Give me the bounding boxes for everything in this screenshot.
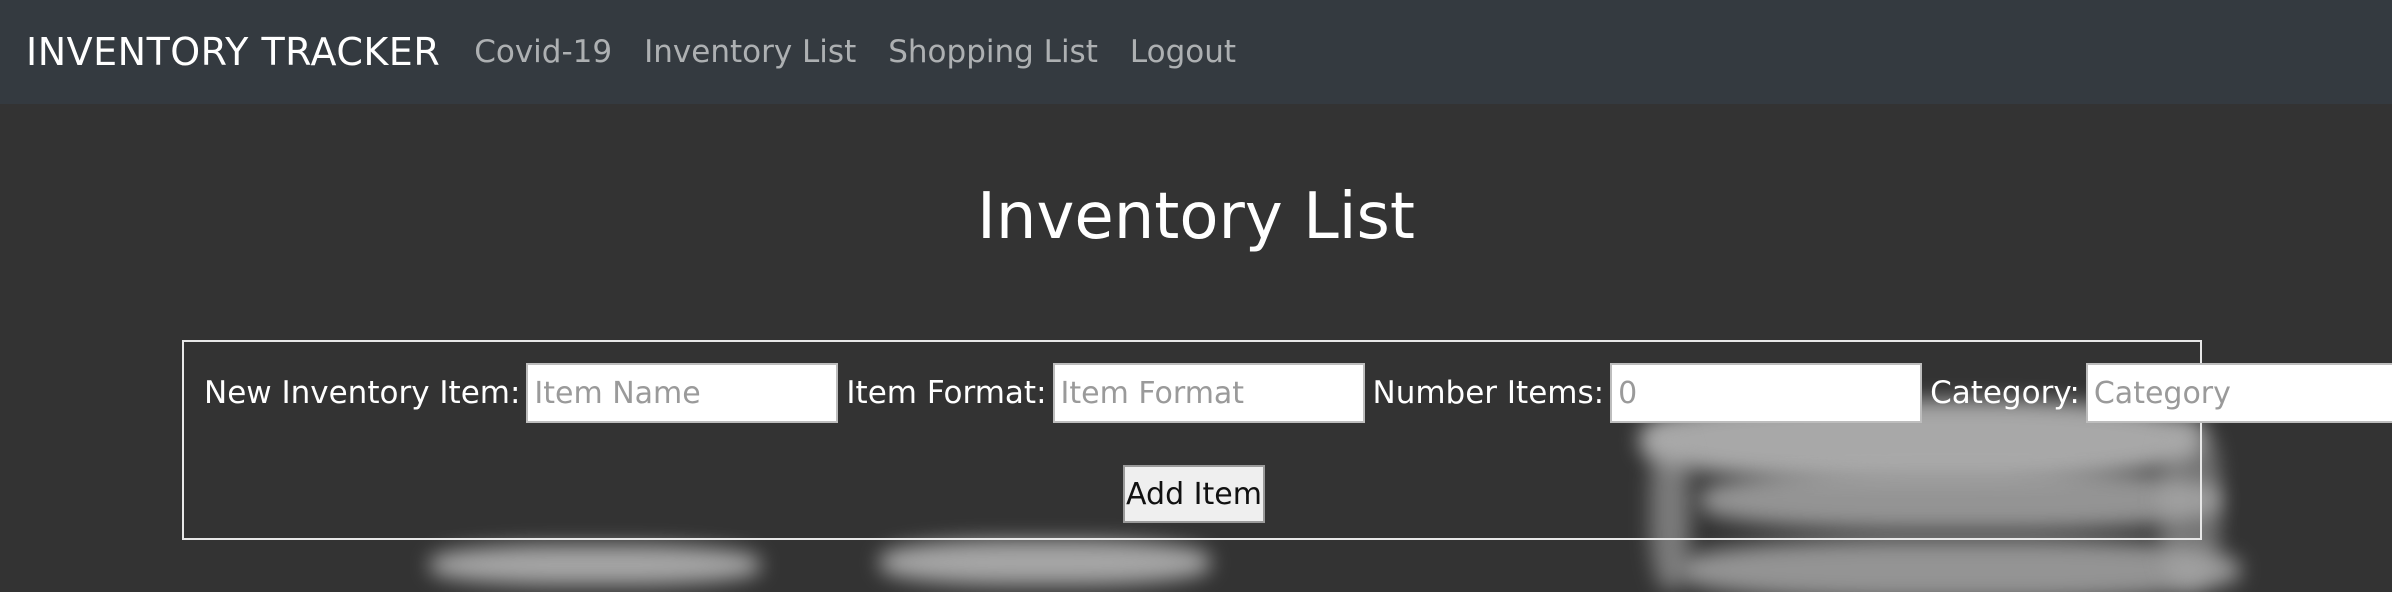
nav-link-covid19[interactable]: Covid-19 (474, 34, 612, 70)
brand-link[interactable]: INVENTORY TRACKER (26, 30, 440, 74)
category-label: Category: (1930, 375, 2080, 411)
add-item-button[interactable]: Add Item (1123, 465, 1265, 523)
add-item-form: New Inventory Item: Item Format: Number … (182, 340, 2392, 540)
item-name-input[interactable] (526, 363, 839, 423)
number-items-label: Number Items: (1372, 375, 1605, 411)
item-format-input[interactable] (1052, 363, 1365, 423)
category-input[interactable] (2085, 363, 2392, 423)
nav-link-logout[interactable]: Logout (1130, 34, 1236, 70)
form-fields-row: New Inventory Item: Item Format: Number … (184, 362, 2392, 424)
number-items-input[interactable] (1610, 363, 1923, 423)
nav-link-inventory-list[interactable]: Inventory List (644, 34, 856, 70)
item-format-label: Item Format: (846, 375, 1047, 411)
page-title: Inventory List (977, 180, 1415, 254)
top-navbar: INVENTORY TRACKER Covid-19 Inventory Lis… (0, 0, 2392, 104)
item-name-label: New Inventory Item: (204, 375, 521, 411)
nav-link-shopping-list[interactable]: Shopping List (888, 34, 1098, 70)
